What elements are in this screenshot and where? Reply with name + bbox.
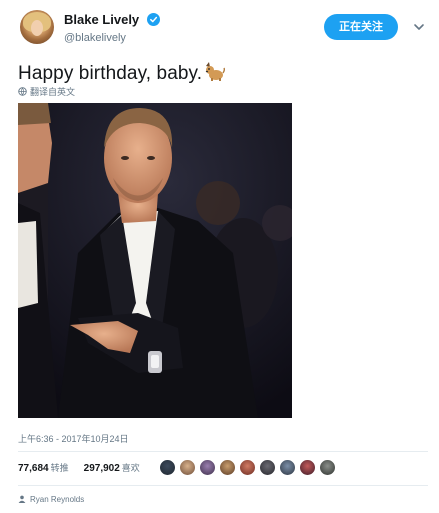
retweets-label: 转推 (50, 463, 69, 473)
tweet-photo[interactable] (18, 103, 292, 418)
author-avatar[interactable] (20, 10, 54, 44)
tweet-header: Blake Lively @blakelively 正在关注 (18, 8, 428, 46)
liker-avatar[interactable] (219, 459, 236, 476)
following-button[interactable]: 正在关注 (324, 14, 398, 40)
tweet-stats: 77,684 转推 297,902 喜欢 (18, 461, 140, 477)
author-handle[interactable]: @blakelively (64, 32, 160, 44)
liker-avatar[interactable] (279, 459, 296, 476)
liker-avatar[interactable] (199, 459, 216, 476)
author-display-name[interactable]: Blake Lively (64, 12, 139, 27)
tweet-card: Blake Lively @blakelively 正在关注 Happy bir… (0, 0, 439, 513)
liker-avatar[interactable] (299, 459, 316, 476)
likes-stat[interactable]: 297,902 喜欢 (83, 463, 140, 474)
liker-avatar[interactable] (239, 459, 256, 476)
translate-link[interactable]: 翻译自英文 (18, 85, 75, 98)
retweets-stat[interactable]: 77,684 转推 (18, 463, 69, 474)
person-icon (18, 495, 26, 503)
reply-context[interactable]: Ryan Reynolds (18, 495, 84, 504)
translate-label: 翻译自英文 (30, 87, 76, 97)
divider (18, 485, 428, 486)
liker-avatar[interactable] (159, 459, 176, 476)
globe-icon (18, 87, 27, 96)
liker-avatar[interactable] (179, 459, 196, 476)
tweet-text-block: Happy birthday, baby. (18, 60, 226, 85)
liker-avatar[interactable] (259, 459, 276, 476)
tweet-text: Happy birthday, baby. (18, 63, 203, 84)
likes-count: 297,902 (83, 463, 120, 474)
author-name-block: Blake Lively @blakelively (64, 11, 160, 44)
divider (18, 451, 428, 452)
tweet-timestamp[interactable]: 上午6:36 - 2017年10月24日 (18, 432, 129, 445)
liker-avatar[interactable] (319, 459, 336, 476)
likes-label: 喜欢 (121, 463, 140, 473)
chevron-down-icon[interactable] (412, 20, 426, 34)
dog-emoji-icon (203, 60, 226, 82)
reply-name: Ryan Reynolds (30, 495, 85, 504)
verified-badge-icon (146, 13, 160, 27)
retweets-count: 77,684 (18, 463, 49, 474)
